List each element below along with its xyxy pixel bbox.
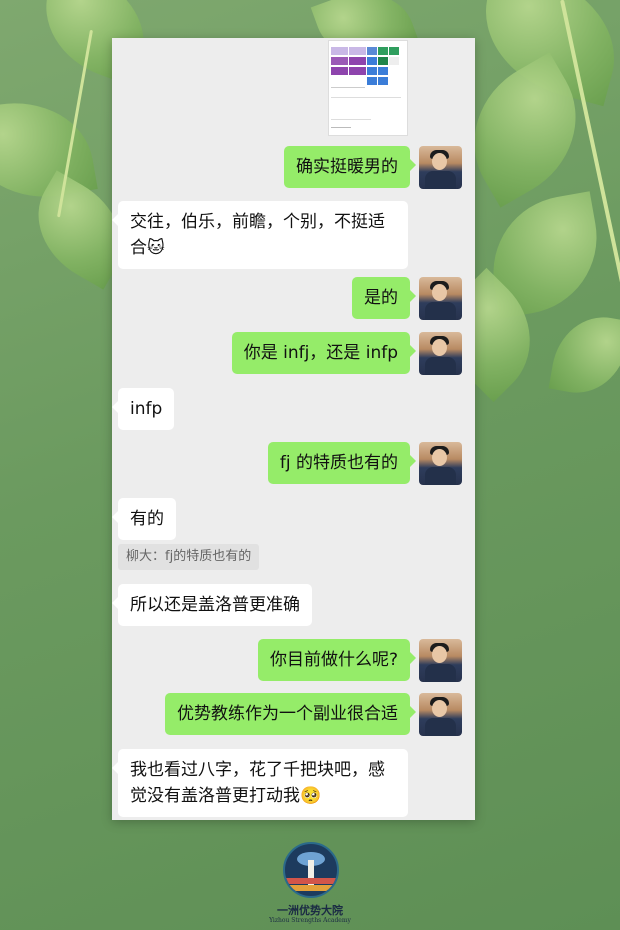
- image-message-thumbnail[interactable]: [328, 40, 408, 136]
- academy-logo: [283, 842, 339, 898]
- message-bubble[interactable]: fj 的特质也有的: [267, 442, 417, 484]
- message-bubble[interactable]: 确实挺暖男的: [284, 146, 416, 188]
- chat-screenshot: 确实挺暖男的 交往，伯乐，前瞻，个别，不挺适 合🐱 是的 你是 infj，还是 …: [112, 38, 475, 820]
- message-bubble[interactable]: 所以还是盖洛普更准确: [112, 584, 312, 626]
- logo-name: 一洲优势大院: [277, 904, 343, 917]
- avatar[interactable]: [419, 332, 462, 375]
- avatar[interactable]: [419, 693, 462, 736]
- avatar[interactable]: [419, 146, 462, 189]
- avatar[interactable]: [419, 277, 462, 320]
- message-bubble[interactable]: 你目前做什么呢?: [257, 639, 417, 681]
- logo-subtitle: Yizhou Strengths Academy: [269, 917, 351, 924]
- message-bubble[interactable]: 我也看过八字，花了千把块吧，感 觉没有盖洛普更打动我🥺: [112, 749, 408, 817]
- message-bubble[interactable]: 有的: [112, 498, 176, 540]
- avatar[interactable]: [419, 442, 462, 485]
- leaf-decoration: [548, 309, 620, 401]
- message-bubble[interactable]: 交往，伯乐，前瞻，个别，不挺适 合🐱: [112, 201, 408, 269]
- message-bubble[interactable]: 优势教练作为一个副业很合适: [165, 693, 416, 735]
- message-bubble[interactable]: 你是 infj，还是 infp: [231, 332, 417, 374]
- avatar[interactable]: [419, 639, 462, 682]
- message-bubble[interactable]: infp: [112, 388, 175, 430]
- message-bubble[interactable]: 是的: [352, 277, 416, 319]
- quoted-reply[interactable]: 柳大：fj的特质也有的: [118, 544, 260, 570]
